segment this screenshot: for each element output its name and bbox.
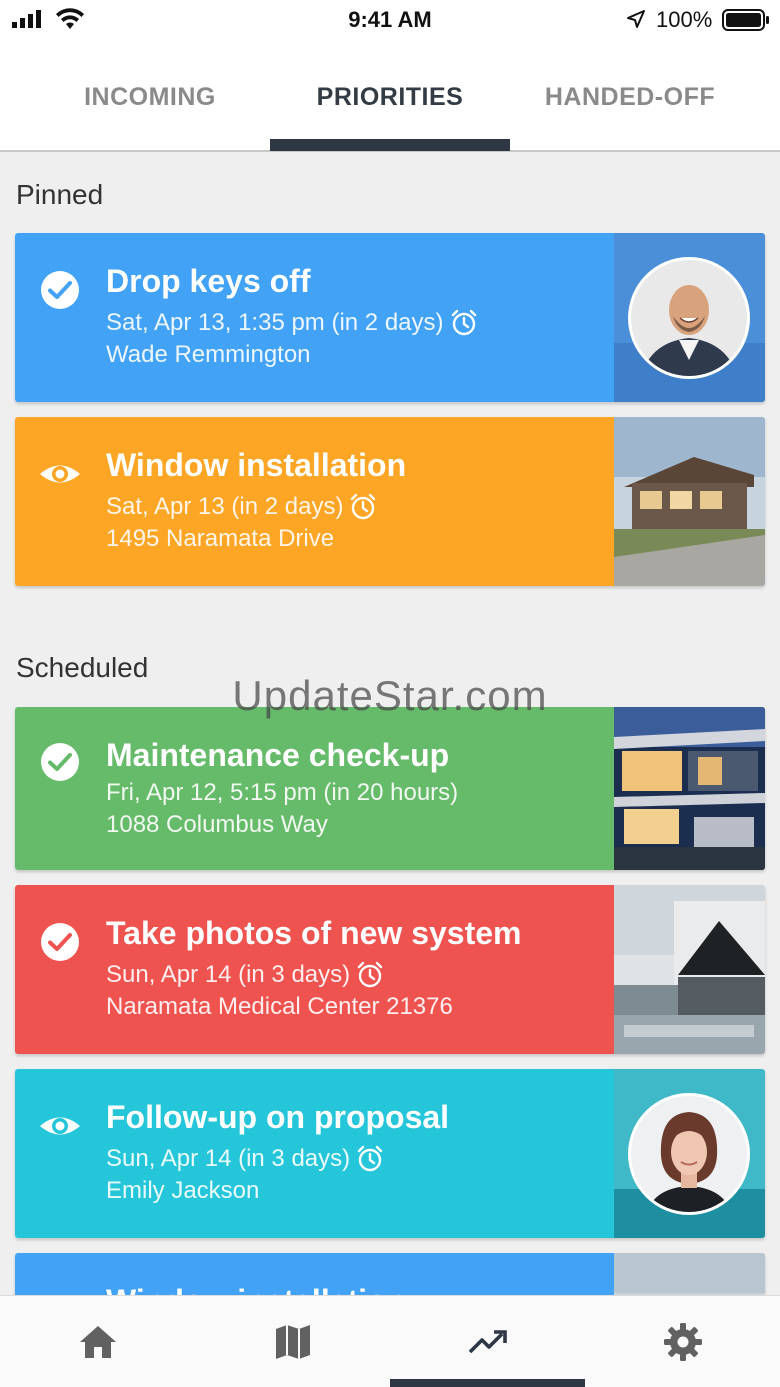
card-subject: Wade Remmington [106,341,311,368]
house-hillside-image [614,417,765,586]
tab-bar: INCOMING PRIORITIES HANDED-OFF [0,42,780,152]
card-body: Window installation Sat, Apr 13 (in 2 da… [15,417,614,586]
alarm-clock-icon [357,1145,383,1172]
card-when-text: Sun, Apr 14 (in 3 days) [106,1145,351,1172]
trending-up-icon [468,1330,507,1354]
card-media [614,1069,765,1238]
modern-house-night-image [614,707,765,870]
rooftop-hvac-image [614,885,765,1054]
card-media [614,417,765,586]
avatar [628,1093,750,1215]
task-card-drop-keys-off[interactable]: Drop keys off Sat, Apr 13, 1:35 pm (in 2… [15,233,765,402]
card-when: Fri, Apr 12, 5:15 pm (in 20 hours) [106,779,458,807]
nav-home[interactable] [0,1296,195,1387]
card-subject: 1088 Columbus Way [106,811,328,838]
active-nav-indicator [390,1379,585,1387]
active-tab-indicator [270,139,510,151]
section-title-pinned: Pinned [16,179,104,210]
task-card-follow-up-on-proposal[interactable]: Follow-up on proposal Sun, Apr 14 (in 3 … [15,1069,765,1238]
card-when: Sun, Apr 14 (in 3 days) [106,961,384,989]
card-body: Maintenance check-up Fri, Apr 12, 5:15 p… [15,707,614,870]
card-when: Sat, Apr 13 (in 2 days) [106,493,377,521]
card-when-text: Fri, Apr 12, 5:15 pm (in 20 hours) [106,779,459,806]
map-icon [275,1325,310,1359]
card-subject: Emily Jackson [106,1177,260,1204]
status-bar: 9:41 AM 100% [0,0,780,42]
avatar [628,257,750,379]
alarm-clock-icon [351,493,376,520]
section-title-scheduled: Scheduled [16,652,149,683]
card-media [614,233,765,402]
bottom-navigation [0,1295,780,1387]
card-body: Drop keys off Sat, Apr 13, 1:35 pm (in 2… [15,233,614,402]
nav-settings[interactable] [585,1296,780,1387]
task-card-maintenance-check-up[interactable]: Maintenance check-up Fri, Apr 12, 5:15 p… [15,707,765,870]
location-arrow-icon [627,10,645,28]
card-when-text: Sat, Apr 13 (in 2 days) [106,493,344,520]
task-card-take-photos[interactable]: Take photos of new system Sun, Apr 14 (i… [15,885,765,1054]
tab-handed-off[interactable]: HANDED-OFF [510,42,750,152]
card-media [614,885,765,1054]
nav-map[interactable] [195,1296,390,1387]
avatar-man-image [631,260,747,376]
settings-icon [663,1323,702,1361]
card-when: Sat, Apr 13, 1:35 pm (in 2 days) [106,309,478,337]
card-when-text: Sat, Apr 13, 1:35 pm (in 2 days) [106,309,444,336]
card-body: Follow-up on proposal Sun, Apr 14 (in 3 … [15,1069,614,1238]
check-circle-icon[interactable] [39,741,81,783]
check-circle-icon[interactable] [39,269,81,311]
home-icon [79,1326,116,1358]
eye-icon[interactable] [39,1105,81,1147]
check-circle-icon[interactable] [39,921,81,963]
card-title: Maintenance check-up [106,737,450,773]
card-when: Sun, Apr 14 (in 3 days) [106,1145,384,1173]
alarm-clock-icon [357,961,383,988]
avatar-woman-image [631,1096,747,1212]
battery-icon [722,9,769,31]
card-subject: 1495 Naramata Drive [106,525,335,552]
nav-priorities[interactable] [390,1296,585,1387]
card-title: Follow-up on proposal [106,1099,450,1135]
card-title: Take photos of new system [106,915,522,951]
tab-priorities[interactable]: PRIORITIES [270,42,510,152]
card-body: Take photos of new system Sun, Apr 14 (i… [15,885,614,1054]
task-card-window-installation[interactable]: Window installation Sat, Apr 13 (in 2 da… [15,417,765,586]
eye-icon[interactable] [39,453,81,495]
battery-percent: 100% [656,7,713,32]
alarm-clock-icon [451,309,476,336]
card-subject: Naramata Medical Center 21376 [106,993,453,1020]
card-title: Drop keys off [106,263,311,299]
card-when-text: Sun, Apr 14 (in 3 days) [106,961,351,988]
card-media [614,707,765,870]
card-title: Window installation [106,447,407,483]
tab-incoming[interactable]: INCOMING [30,42,270,152]
